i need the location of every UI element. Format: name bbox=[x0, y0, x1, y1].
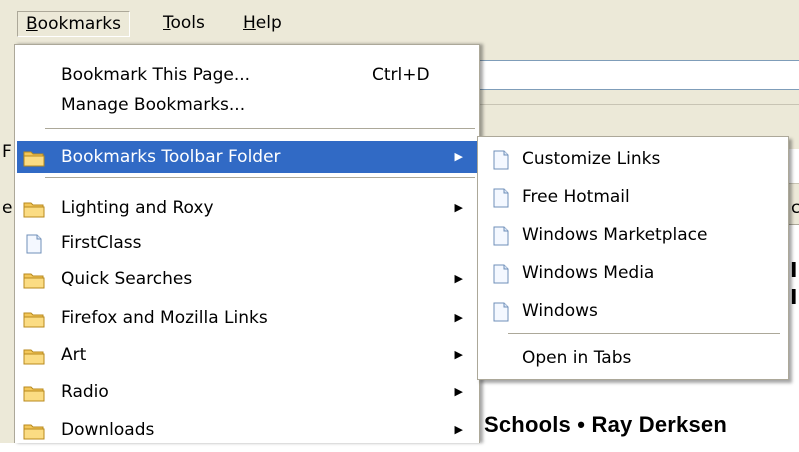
submenu-arrow-icon: ▶ bbox=[454, 272, 463, 285]
submenu-item-label: Customize Links bbox=[522, 149, 661, 169]
folder-icon bbox=[23, 147, 45, 167]
page-icon bbox=[490, 187, 512, 208]
menu-help[interactable]: Help bbox=[235, 11, 290, 37]
bookmark-item-label: Lighting and Roxy bbox=[61, 198, 214, 218]
folder-icon bbox=[23, 382, 45, 402]
bookmark-item-downloads[interactable]: Downloads ▶ bbox=[17, 414, 477, 446]
page-icon bbox=[23, 233, 45, 254]
menu-bar: Bookmarks Tools Help bbox=[0, 0, 799, 44]
open-in-tabs-item[interactable]: Open in Tabs bbox=[480, 342, 786, 374]
bookmark-item-quick-searches[interactable]: Quick Searches ▶ bbox=[17, 263, 477, 295]
bookmark-this-page-item[interactable]: Bookmark This Page... Ctrl+D bbox=[17, 59, 477, 91]
folder-icon bbox=[23, 345, 45, 365]
submenu-item-customize-links[interactable]: Customize Links bbox=[480, 143, 786, 175]
background-text-fragment: e bbox=[2, 198, 13, 218]
bookmark-item-firefox-and-mozilla-links[interactable]: Firefox and Mozilla Links ▶ bbox=[17, 302, 477, 334]
submenu-item-windows-marketplace[interactable]: Windows Marketplace bbox=[480, 219, 786, 251]
submenu-item-label: Free Hotmail bbox=[522, 187, 630, 207]
folder-icon bbox=[23, 198, 45, 218]
page-icon bbox=[490, 149, 512, 170]
open-in-tabs-label: Open in Tabs bbox=[522, 348, 632, 368]
folder-icon bbox=[23, 269, 45, 289]
bookmark-item-label: FirstClass bbox=[61, 233, 142, 253]
bookmark-item-label: Radio bbox=[61, 382, 109, 402]
bookmark-item-label: Firefox and Mozilla Links bbox=[61, 308, 268, 328]
bookmark-item-bookmarks-toolbar-folder[interactable]: Bookmarks Toolbar Folder ▶ bbox=[17, 141, 477, 173]
submenu-item-windows[interactable]: Windows bbox=[480, 295, 786, 327]
submenu-arrow-icon: ▶ bbox=[454, 201, 463, 214]
bookmark-item-firstclass[interactable]: FirstClass bbox=[17, 227, 477, 259]
submenu-separator bbox=[508, 333, 780, 334]
bookmarks-menu: Bookmark This Page... Ctrl+D Manage Book… bbox=[14, 44, 480, 443]
bookmark-this-page-label: Bookmark This Page... bbox=[61, 65, 251, 85]
bookmark-item-label: Bookmarks Toolbar Folder bbox=[61, 147, 281, 167]
manage-bookmarks-label: Manage Bookmarks... bbox=[61, 95, 246, 115]
submenu-arrow-icon: ▶ bbox=[454, 150, 463, 163]
bookmark-item-lighting-and-roxy[interactable]: Lighting and Roxy ▶ bbox=[17, 192, 477, 224]
submenu-item-label: Windows Marketplace bbox=[522, 225, 708, 245]
page-icon bbox=[490, 263, 512, 284]
background-heading-fragment: I bbox=[790, 285, 798, 309]
background-url-field[interactable] bbox=[470, 60, 799, 90]
background-page-heading: Schools • Ray Derksen bbox=[484, 412, 727, 437]
page-icon bbox=[490, 301, 512, 322]
submenu-item-windows-media[interactable]: Windows Media bbox=[480, 257, 786, 289]
submenu-arrow-icon: ▶ bbox=[454, 311, 463, 324]
bookmark-item-art[interactable]: Art ▶ bbox=[17, 339, 477, 371]
submenu-arrow-icon: ▶ bbox=[454, 348, 463, 361]
background-text-fragment: F bbox=[2, 142, 12, 162]
submenu-item-free-hotmail[interactable]: Free Hotmail bbox=[480, 181, 786, 213]
bookmark-item-label: Downloads bbox=[61, 420, 155, 440]
bookmark-item-label: Art bbox=[61, 345, 87, 365]
submenu-item-label: Windows bbox=[522, 301, 598, 321]
menu-separator bbox=[45, 177, 475, 178]
bookmark-shortcut-label: Ctrl+D bbox=[372, 65, 430, 85]
page-icon bbox=[490, 225, 512, 246]
submenu-arrow-icon: ▶ bbox=[454, 385, 463, 398]
manage-bookmarks-item[interactable]: Manage Bookmarks... bbox=[17, 89, 477, 121]
submenu-arrow-icon: ▶ bbox=[454, 423, 463, 436]
folder-icon bbox=[23, 308, 45, 328]
bookmark-item-label: Quick Searches bbox=[61, 269, 193, 289]
background-heading-fragment: I bbox=[790, 258, 798, 282]
menu-separator bbox=[45, 128, 475, 129]
submenu-item-label: Windows Media bbox=[522, 263, 655, 283]
menu-bookmarks[interactable]: Bookmarks bbox=[17, 11, 130, 37]
menu-tools[interactable]: Tools bbox=[155, 11, 213, 37]
bookmarks-toolbar-folder-submenu: Customize Links Free Hotmail Windows Marke… bbox=[477, 136, 789, 380]
background-text-fragment: c bbox=[791, 198, 799, 218]
folder-icon bbox=[23, 420, 45, 440]
bookmark-item-radio[interactable]: Radio ▶ bbox=[17, 376, 477, 408]
